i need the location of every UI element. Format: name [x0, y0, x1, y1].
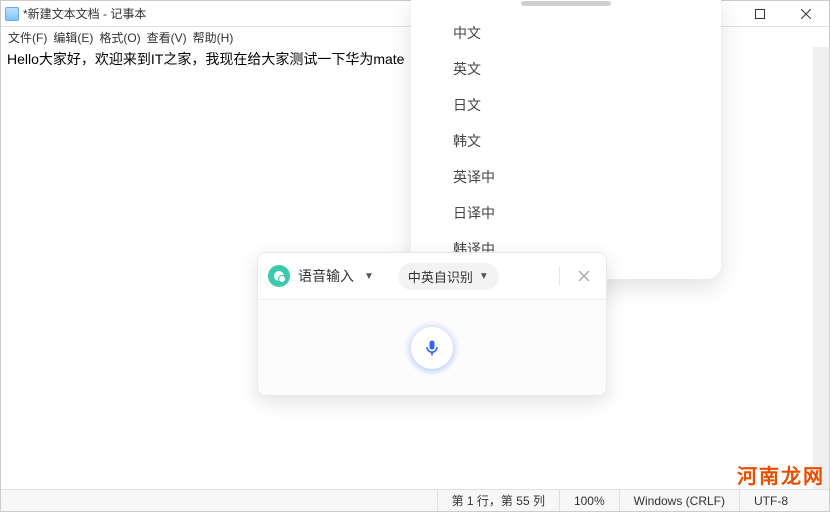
mic-halo [404, 320, 460, 376]
notepad-window: *新建文本文档 - 记事本 文件(F) 编辑(E) 格式(O) 查看(V) 帮助… [0, 0, 830, 512]
voice-panel-body [258, 299, 606, 395]
statusbar: 第 1 行，第 55 列 100% Windows (CRLF) UTF-8 [1, 489, 829, 511]
voice-input-panel: 语音输入 ▼ 中英自识别 ▼ [257, 252, 607, 396]
lang-option-english[interactable]: 英文 [411, 51, 721, 87]
voice-brand-icon[interactable] [268, 265, 290, 287]
status-zoom: 100% [559, 490, 619, 511]
microphone-button[interactable] [411, 327, 453, 369]
lang-option-en-to-zh[interactable]: 英译中 [411, 159, 721, 195]
lang-option-chinese[interactable]: 中文 [411, 15, 721, 51]
title-left: *新建文本文档 - 记事本 [5, 5, 146, 22]
chevron-down-icon[interactable]: ▼ [364, 271, 374, 282]
menu-file[interactable]: 文件(F) [7, 29, 48, 46]
menu-help[interactable]: 帮助(H) [192, 29, 235, 46]
text-before-ime: Hello大家好，欢迎来到IT之家，我现在给大家测试一下华为mate [7, 51, 404, 67]
status-eol: Windows (CRLF) [619, 490, 739, 511]
lang-option-korean[interactable]: 韩文 [411, 123, 721, 159]
lang-option-ja-to-zh[interactable]: 日译中 [411, 195, 721, 231]
voice-panel-toolbar: 语音输入 ▼ 中英自识别 ▼ [258, 253, 606, 299]
language-selector-pill[interactable]: 中英自识别 ▼ [398, 263, 499, 290]
close-window-button[interactable] [783, 1, 829, 27]
window-title: *新建文本文档 - 记事本 [23, 5, 146, 22]
notepad-app-icon [5, 7, 19, 21]
microphone-icon [422, 338, 442, 358]
language-selected-label: 中英自识别 [408, 267, 473, 286]
voice-mode-label: 语音输入 [298, 266, 354, 286]
menu-view[interactable]: 查看(V) [146, 29, 188, 46]
menu-edit[interactable]: 编辑(E) [52, 29, 94, 46]
status-cursor-position: 第 1 行，第 55 列 [437, 490, 559, 511]
close-voice-panel-button[interactable] [572, 264, 596, 288]
lang-option-japanese[interactable]: 日文 [411, 87, 721, 123]
vertical-divider [559, 266, 560, 286]
maximize-button[interactable] [737, 1, 783, 27]
chevron-down-icon: ▼ [479, 271, 489, 282]
drag-handle-icon[interactable] [521, 1, 611, 6]
status-encoding: UTF-8 [739, 490, 829, 511]
menu-format[interactable]: 格式(O) [98, 29, 141, 46]
language-menu-popup: 中文 英文 日文 韩文 英译中 日译中 韩译中 [411, 0, 721, 279]
